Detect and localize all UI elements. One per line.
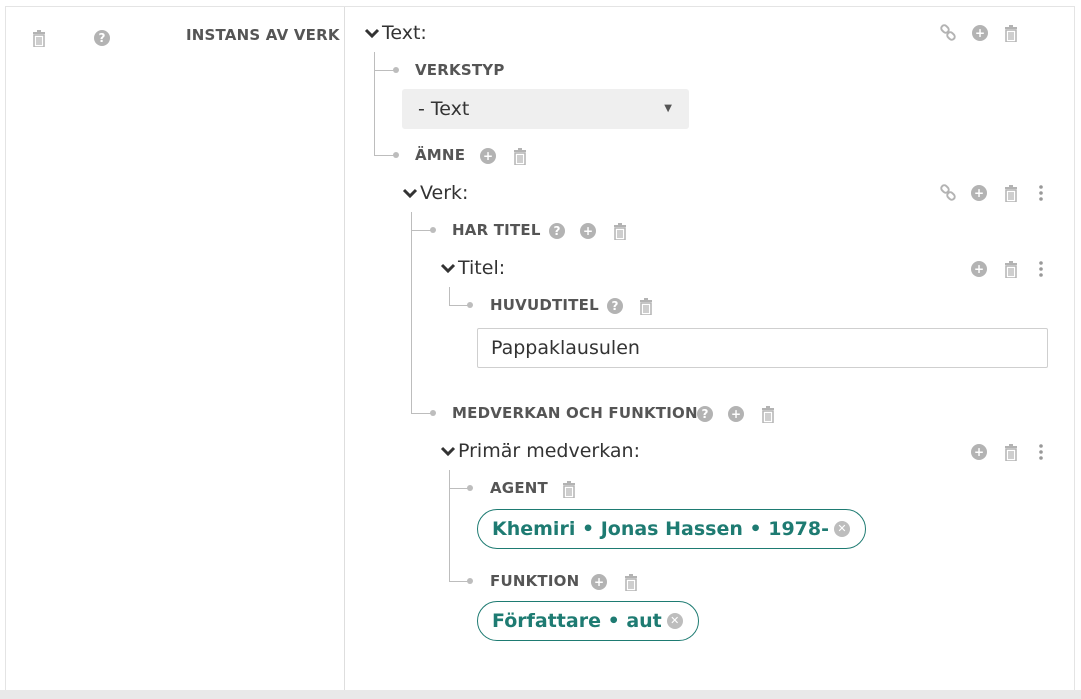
trash-icon[interactable] <box>511 147 529 165</box>
trash-icon[interactable] <box>560 480 578 498</box>
caret-down-icon: ▼ <box>664 103 672 114</box>
medverkan-label: MEDVERKAN OCH FUNKTION <box>452 404 698 422</box>
tree-line <box>449 488 469 489</box>
tree-line <box>411 212 412 413</box>
huvudtitel-label: HUVUDTITEL <box>490 296 599 314</box>
primar-heading-label: Primär medverkan: <box>458 440 640 462</box>
add-icon[interactable]: + <box>970 443 988 461</box>
tree-dot <box>393 67 399 73</box>
add-icon[interactable]: + <box>970 184 988 202</box>
link-icon[interactable] <box>939 184 957 202</box>
trash-icon[interactable] <box>1002 443 1020 461</box>
bottom-scroll-area <box>0 690 1081 699</box>
verkstyp-value: - Text <box>418 98 470 120</box>
more-icon[interactable] <box>1032 443 1050 461</box>
trash-icon[interactable] <box>759 405 777 423</box>
trash-icon[interactable] <box>611 222 629 240</box>
tree-line <box>374 155 394 156</box>
funktion-chip[interactable]: Författare • aut ✕ <box>477 601 699 641</box>
add-icon[interactable]: + <box>590 573 608 591</box>
chevron-down-icon[interactable] <box>440 446 458 461</box>
verk-block-heading[interactable]: Verk: <box>402 182 468 204</box>
tree-dot <box>430 227 436 233</box>
more-icon[interactable] <box>1032 260 1050 278</box>
tree-dot <box>467 578 473 584</box>
tree-dot <box>393 152 399 158</box>
add-icon[interactable]: + <box>579 222 597 240</box>
text-block-heading[interactable]: Text: <box>364 22 427 44</box>
tree-dot <box>430 410 436 416</box>
panel-divider <box>344 7 345 691</box>
agent-chip[interactable]: Khemiri • Jonas Hassen • 1978- ✕ <box>477 509 866 549</box>
add-icon[interactable]: + <box>727 405 745 423</box>
trash-icon[interactable] <box>30 29 48 47</box>
primar-block-heading[interactable]: Primär medverkan: <box>440 440 640 462</box>
verkstyp-label: VERKSTYP <box>415 61 505 79</box>
agent-chip-label: Khemiri • Jonas Hassen • 1978- <box>492 518 829 540</box>
remove-icon[interactable]: ✕ <box>666 613 683 629</box>
add-icon[interactable]: + <box>971 24 989 42</box>
add-icon[interactable]: + <box>970 260 988 278</box>
trash-icon[interactable] <box>637 297 655 315</box>
chevron-down-icon[interactable] <box>402 188 420 203</box>
titel-block-heading[interactable]: Titel: <box>440 257 505 279</box>
amne-label: ÄMNE <box>415 146 466 164</box>
titel-heading-label: Titel: <box>458 257 506 279</box>
har-titel-label: HAR TITEL <box>452 221 541 239</box>
chevron-down-icon[interactable] <box>440 263 458 278</box>
tree-dot <box>467 485 473 491</box>
huvudtitel-input[interactable]: Pappaklausulen <box>477 328 1048 368</box>
verkstyp-select[interactable]: - Text ▼ <box>402 89 689 129</box>
tree-line <box>449 305 469 306</box>
funktion-chip-label: Författare • aut <box>492 610 662 632</box>
trash-icon[interactable] <box>1002 184 1020 202</box>
link-icon[interactable] <box>939 24 957 42</box>
trash-icon[interactable] <box>622 573 640 591</box>
left-panel-title: INSTANS AV VERK <box>186 26 340 44</box>
tree-line <box>449 287 450 305</box>
add-icon[interactable]: + <box>479 147 497 165</box>
help-icon[interactable]: ? <box>696 405 714 423</box>
remove-icon[interactable]: ✕ <box>834 521 850 537</box>
funktion-label: FUNKTION <box>490 572 580 590</box>
trash-icon[interactable] <box>1002 260 1020 278</box>
tree-dot <box>467 302 473 308</box>
help-icon[interactable]: ? <box>606 297 624 315</box>
tree-line <box>411 413 431 414</box>
agent-label: AGENT <box>490 479 548 497</box>
tree-line <box>374 52 375 155</box>
help-icon[interactable]: ? <box>548 222 566 240</box>
tree-line <box>374 70 394 71</box>
more-icon[interactable] <box>1032 184 1050 202</box>
text-heading-label: Text: <box>382 22 427 44</box>
tree-line <box>411 230 431 231</box>
tree-line <box>449 581 469 582</box>
help-icon[interactable]: ? <box>93 29 111 47</box>
tree-line <box>449 470 450 581</box>
trash-icon[interactable] <box>1002 24 1020 42</box>
chevron-down-icon[interactable] <box>364 28 382 43</box>
verk-heading-label: Verk: <box>420 182 469 204</box>
